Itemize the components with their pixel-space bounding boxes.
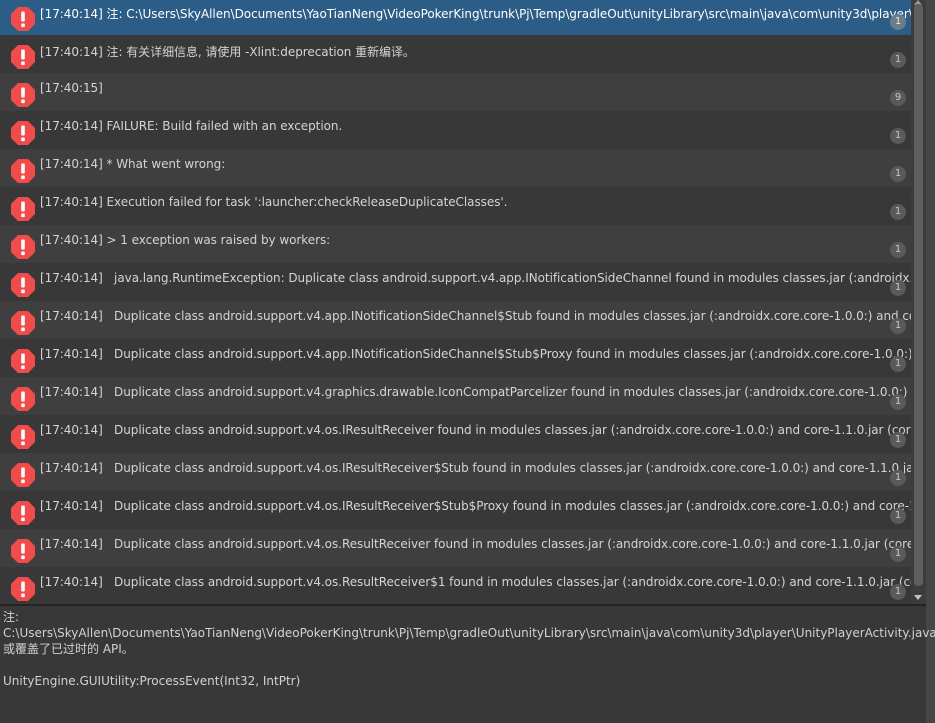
- log-message: [17:40:14] 注: C:\Users\SkyAllen\Document…: [40, 7, 911, 21]
- collapse-count-badge: 1: [890, 584, 906, 600]
- log-row[interactable]: [17:40:14] * What went wrong: 1: [0, 149, 911, 187]
- error-icon: [11, 235, 35, 259]
- log-row[interactable]: [17:40:14] 注: 有关详细信息, 请使用 -Xlint:depreca…: [0, 35, 911, 73]
- scroll-thumb[interactable]: [914, 4, 923, 586]
- error-icon: [11, 45, 35, 69]
- collapse-count-badge: 1: [890, 166, 906, 182]
- log-row[interactable]: [17:40:14] Duplicate class android.suppo…: [0, 339, 911, 377]
- log-message: [17:40:14] 注: 有关详细信息, 请使用 -Xlint:depreca…: [40, 45, 415, 59]
- collapse-count-badge: 1: [890, 508, 906, 524]
- detail-line: 注:: [3, 610, 20, 624]
- log-message: [17:40:15]: [40, 81, 103, 95]
- console-window: [17:40:14] 注: C:\Users\SkyAllen\Document…: [0, 0, 935, 723]
- error-icon: [11, 273, 35, 297]
- log-row[interactable]: [17:40:14] Duplicate class android.suppo…: [0, 567, 911, 604]
- log-row[interactable]: [17:40:14] 注: C:\Users\SkyAllen\Document…: [0, 0, 911, 35]
- log-message: [17:40:14] FAILURE: Build failed with an…: [40, 119, 343, 133]
- log-row[interactable]: [17:40:14] Duplicate class android.suppo…: [0, 491, 911, 529]
- error-icon: [11, 7, 35, 31]
- collapse-count-badge: 9: [890, 90, 906, 106]
- error-icon: [11, 463, 35, 487]
- error-icon: [11, 501, 35, 525]
- log-list-scrollbar[interactable]: [911, 0, 926, 605]
- window-edge: [926, 0, 935, 723]
- detail-line: [3, 657, 926, 673]
- error-icon: [11, 197, 35, 221]
- log-row[interactable]: [17:40:15] 9: [0, 73, 911, 111]
- collapse-count-badge: 1: [890, 356, 906, 372]
- detail-line: 或覆盖了已过时的 API。: [3, 642, 134, 656]
- log-message: [17:40:14] Duplicate class android.suppo…: [40, 461, 911, 475]
- log-message: [17:40:14] > 1 exception was raised by w…: [40, 233, 331, 247]
- error-icon: [11, 577, 35, 601]
- log-row[interactable]: [17:40:14] Duplicate class android.suppo…: [0, 377, 911, 415]
- collapse-count-badge: 1: [890, 242, 906, 258]
- scroll-down-icon[interactable]: [914, 595, 922, 600]
- log-row[interactable]: [17:40:14] Duplicate class android.suppo…: [0, 415, 911, 453]
- error-icon: [11, 83, 35, 107]
- log-row[interactable]: [17:40:14] > 1 exception was raised by w…: [0, 225, 911, 263]
- log-row[interactable]: [17:40:14] Duplicate class android.suppo…: [0, 453, 911, 491]
- log-row[interactable]: [17:40:14] FAILURE: Build failed with an…: [0, 111, 911, 149]
- log-row[interactable]: [17:40:14] Duplicate class android.suppo…: [0, 529, 911, 567]
- log-row[interactable]: [17:40:14] Execution failed for task ':l…: [0, 187, 911, 225]
- log-message: [17:40:14] Duplicate class android.suppo…: [40, 385, 908, 399]
- error-icon: [11, 539, 35, 563]
- log-message: [17:40:14] Duplicate class android.suppo…: [40, 423, 911, 437]
- log-message: [17:40:14] Duplicate class android.suppo…: [40, 347, 911, 361]
- error-icon: [11, 121, 35, 145]
- error-icon: [11, 387, 35, 411]
- detail-line: C:\Users\SkyAllen\Documents\YaoTianNeng\…: [3, 626, 935, 640]
- log-message: [17:40:14] Duplicate class android.suppo…: [40, 309, 911, 323]
- log-row[interactable]: [17:40:14] java.lang.RuntimeException: D…: [0, 263, 911, 301]
- log-message: [17:40:14] Duplicate class android.suppo…: [40, 537, 911, 551]
- error-icon: [11, 159, 35, 183]
- collapse-count-badge: 1: [890, 546, 906, 562]
- collapse-count-badge: 1: [890, 52, 906, 68]
- log-message: [17:40:14] Duplicate class android.suppo…: [40, 499, 911, 513]
- detail-line: UnityEngine.GUIUtility:ProcessEvent(Int3…: [3, 674, 301, 688]
- collapse-count-badge: 1: [890, 470, 906, 486]
- error-icon: [11, 425, 35, 449]
- collapse-count-badge: 1: [890, 394, 906, 410]
- log-list[interactable]: [17:40:14] 注: C:\Users\SkyAllen\Document…: [0, 0, 911, 604]
- log-message: [17:40:14] * What went wrong:: [40, 157, 226, 171]
- collapse-count-badge: 1: [890, 318, 906, 334]
- collapse-count-badge: 1: [890, 128, 906, 144]
- error-icon: [11, 311, 35, 335]
- log-message: [17:40:14] Duplicate class android.suppo…: [40, 575, 911, 589]
- error-icon: [11, 349, 35, 373]
- collapse-count-badge: 1: [890, 280, 906, 296]
- message-detail-pane[interactable]: 注: C:\Users\SkyAllen\Documents\YaoTianNen…: [0, 606, 935, 723]
- log-row[interactable]: [17:40:14] Duplicate class android.suppo…: [0, 301, 911, 339]
- collapse-count-badge: 1: [890, 14, 906, 30]
- collapse-count-badge: 1: [890, 432, 906, 448]
- collapse-count-badge: 1: [890, 204, 906, 220]
- log-message: [17:40:14] Execution failed for task ':l…: [40, 195, 508, 209]
- log-message: [17:40:14] java.lang.RuntimeException: D…: [40, 271, 911, 285]
